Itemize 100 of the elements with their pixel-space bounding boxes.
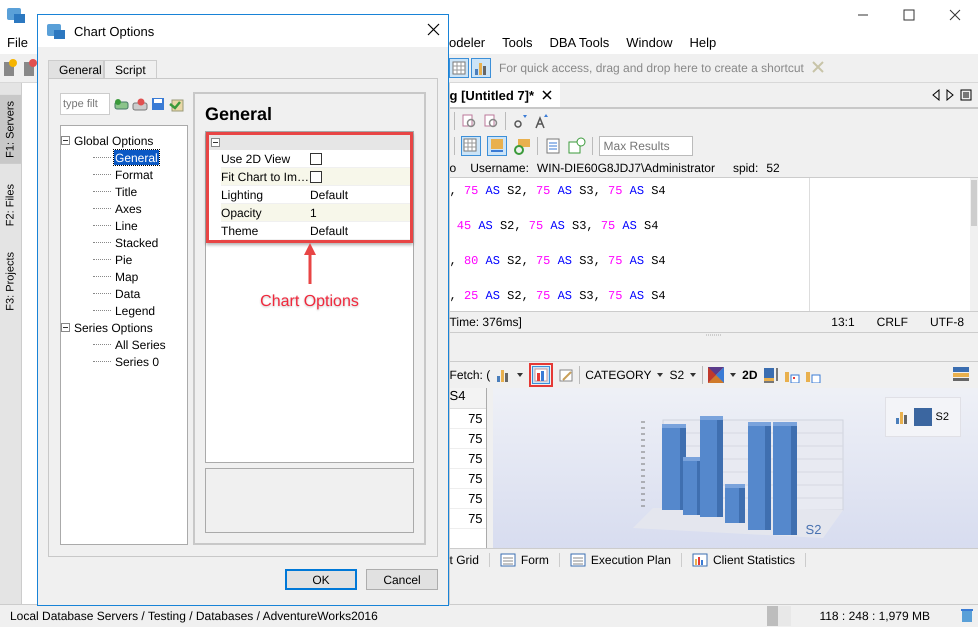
series-dropdown[interactable]: S2 — [669, 368, 684, 382]
tree-item[interactable]: Line — [114, 218, 139, 233]
form-icon — [500, 553, 516, 567]
tree-item[interactable]: Stacked — [114, 235, 160, 250]
tree-item[interactable]: Map — [114, 269, 140, 284]
tree-item[interactable]: Series Options — [73, 320, 154, 335]
add-icon[interactable] — [113, 97, 129, 111]
quick-access-hint: For quick access, drag and drop here to create a shortcut — [499, 61, 804, 75]
refresh-grid-icon[interactable] — [512, 137, 531, 155]
result-tab[interactable]: Form — [490, 553, 560, 567]
document-list-icon[interactable] — [960, 89, 972, 101]
memory-usage: 118 : 248 : 1,979 MB — [819, 609, 930, 623]
bar-chart-icon[interactable] — [473, 60, 489, 76]
caret-icon[interactable] — [689, 371, 698, 379]
next-icon[interactable] — [946, 89, 954, 101]
tree-item[interactable]: All Series — [114, 337, 167, 352]
new-server-icon[interactable] — [3, 58, 17, 78]
color-palette-icon[interactable] — [708, 367, 724, 383]
resize-chart-icon[interactable] — [762, 367, 778, 383]
dimension-toggle[interactable]: 2D — [742, 368, 758, 382]
category-dropdown[interactable]: CATEGORY — [585, 368, 652, 382]
tree-item[interactable]: Global Options — [73, 133, 154, 148]
trash-icon[interactable] — [960, 606, 974, 622]
caret-icon[interactable] — [656, 371, 664, 379]
maximize-icon[interactable] — [903, 9, 915, 21]
tree-item[interactable]: General — [114, 150, 159, 165]
schedule-icon[interactable] — [568, 137, 586, 155]
property-name: Lighting — [221, 188, 264, 202]
menu-item[interactable]: Help — [690, 34, 716, 50]
layout-icon[interactable] — [952, 366, 970, 382]
grid-icon[interactable] — [451, 60, 467, 76]
close-icon[interactable] — [542, 90, 552, 100]
menu-item[interactable]: Tools — [502, 34, 532, 50]
dialog-button[interactable]: OK — [285, 569, 357, 590]
tree-item[interactable]: Series 0 — [114, 354, 160, 369]
collapse-icon[interactable] — [61, 323, 70, 332]
column-header[interactable]: S4 — [450, 388, 486, 409]
close-icon[interactable] — [949, 9, 961, 21]
caret-icon[interactable] — [729, 371, 738, 379]
find-replace-icon[interactable] — [482, 113, 499, 129]
breadcrumb-path: Local Database Servers / Testing / Databases / AdventureWorks2016 — [10, 609, 378, 623]
collapse-icon[interactable] — [61, 136, 70, 145]
collapse-icon[interactable] — [211, 138, 220, 147]
username-label: Username: — [470, 161, 529, 175]
save-icon[interactable] — [151, 97, 165, 111]
remove-server-icon[interactable] — [23, 58, 37, 78]
bar-chart-icon — [692, 553, 708, 567]
scrollbar[interactable] — [970, 178, 978, 311]
line-ending-selector[interactable]: CRLF — [876, 315, 908, 329]
previous-icon[interactable] — [932, 89, 940, 101]
annotation-label: Chart Options — [260, 293, 359, 311]
result-tab[interactable]: Execution Plan — [560, 553, 682, 567]
dialog-title: Chart Options — [74, 24, 154, 38]
increase-font-icon[interactable] — [534, 113, 550, 129]
splitter-handle-icon[interactable] — [706, 333, 722, 337]
code-line: , 75 AS S2, 75 AS S3, 75 AS S4 — [450, 183, 667, 199]
dialog-tab[interactable]: General — [48, 60, 104, 78]
tree-item[interactable]: Pie — [114, 252, 134, 267]
close-icon[interactable] — [427, 23, 440, 36]
axis-label: S2 — [806, 522, 822, 537]
property-value[interactable]: 1 — [310, 206, 317, 220]
menu-item[interactable]: DBA Tools — [550, 34, 610, 50]
property-value[interactable]: Default — [310, 188, 348, 202]
decrease-font-icon[interactable] — [512, 113, 528, 129]
checkbox[interactable] — [310, 170, 322, 182]
code-line: , 25 AS S2, 75 AS S3, 75 AS S4 — [450, 288, 667, 304]
dialog-button[interactable]: Cancel — [366, 569, 438, 590]
app-icon — [46, 22, 66, 40]
encoding-selector[interactable]: UTF-8 — [930, 315, 964, 329]
checkbox[interactable] — [310, 152, 322, 164]
property-value[interactable]: Default — [310, 224, 348, 238]
cursor-position: 13:1 — [831, 315, 855, 329]
sidebar-tab[interactable]: F1: Servers — [0, 95, 21, 164]
tree-item[interactable]: Data — [114, 286, 142, 301]
edit-chart-icon[interactable] — [558, 367, 574, 383]
property-name: Theme — [221, 224, 260, 238]
filter-field[interactable]: type filt — [60, 93, 110, 115]
caret-icon[interactable] — [516, 371, 524, 379]
menu-item[interactable]: Window — [626, 34, 672, 50]
tree-item[interactable]: Title — [114, 184, 138, 199]
menu-item[interactable]: odeler — [449, 34, 486, 50]
property-name: Use 2D View — [221, 152, 292, 166]
code-line: 45 AS S2, 75 AS S3, 75 AS S4 — [456, 218, 660, 234]
max-results-field[interactable]: Max Results — [598, 136, 693, 156]
remove-icon[interactable] — [132, 97, 148, 111]
editor-tab[interactable]: g [Untitled 7]* — [450, 83, 560, 107]
form-icon[interactable] — [544, 137, 562, 155]
tree-item[interactable]: Format — [114, 167, 154, 182]
panel-title: General — [205, 104, 274, 126]
tree-item[interactable]: Legend — [114, 303, 156, 318]
legend-swatch — [914, 408, 932, 426]
tree-item[interactable]: Axes — [114, 201, 143, 216]
sidebar-tab[interactable]: F2: Files — [0, 178, 21, 232]
result-tab[interactable]: Client Statistics — [682, 553, 806, 567]
find-icon[interactable] — [460, 113, 477, 129]
menu-item[interactable]: File — [7, 34, 28, 50]
dialog-tab[interactable]: Script — [104, 60, 157, 78]
execution-plan-icon — [570, 553, 586, 567]
sidebar-tab[interactable]: F3: Projects — [0, 246, 21, 317]
chart-options-icon[interactable] — [533, 367, 550, 383]
